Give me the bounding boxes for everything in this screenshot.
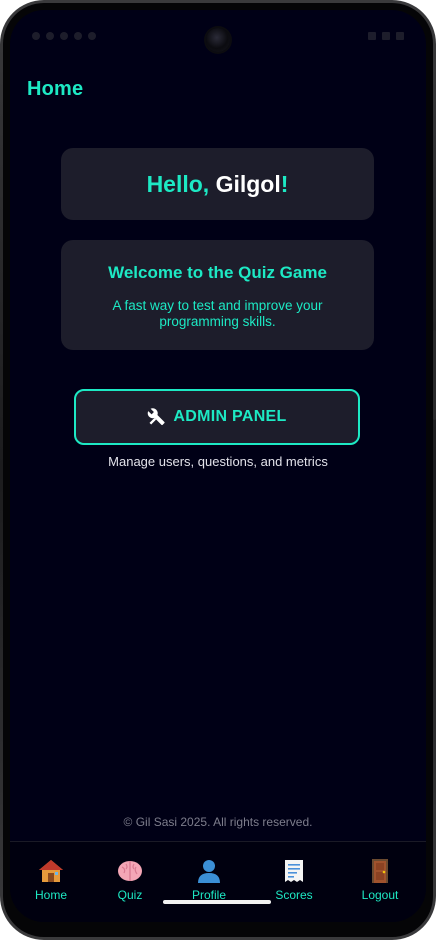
front-camera (206, 28, 230, 52)
admin-panel-label: ADMIN PANEL (173, 408, 287, 425)
greeting-card: Hello, Gilgol! (61, 148, 374, 220)
admin-panel-button[interactable]: ADMIN PANEL (74, 389, 360, 445)
greeting-username: Gilgol (215, 170, 281, 197)
admin-panel-caption: Manage users, questions, and metrics (108, 454, 328, 469)
nav-item-logout[interactable]: Logout (345, 858, 415, 902)
nav-label-quiz: Quiz (117, 888, 143, 902)
phone-frame: Home Hello, Gilgol! Welcome to the Quiz … (0, 0, 436, 940)
nav-label-logout: Logout (361, 888, 399, 902)
nav-item-scores[interactable]: Scores (259, 858, 329, 902)
nav-item-profile[interactable]: Profile (174, 858, 244, 902)
welcome-subtitle: A fast way to test and improve your prog… (112, 298, 323, 329)
greeting-hello: Hello, (146, 170, 210, 197)
copyright-text: © Gil Sasi 2025. All rights reserved. (123, 815, 313, 829)
door-icon (372, 859, 388, 883)
app-screen: Home Hello, Gilgol! Welcome to the Quiz … (10, 10, 426, 922)
home-indicator[interactable] (163, 900, 271, 904)
brain-icon (118, 861, 142, 881)
person-icon (198, 860, 220, 883)
status-icons-right (368, 32, 404, 40)
nav-item-quiz[interactable]: Quiz (95, 858, 165, 902)
status-icons-left (32, 32, 96, 40)
greeting-exclaim: ! (280, 170, 289, 197)
status-bar (10, 10, 426, 70)
nav-item-home[interactable]: Home (16, 858, 86, 902)
nav-label-home: Home (34, 888, 67, 902)
welcome-card: Welcome to the Quiz Game A fast way to t… (61, 240, 374, 350)
tools-icon (148, 408, 165, 426)
greeting-text: Hello, Gilgol! (147, 171, 289, 198)
welcome-title: Welcome to the Quiz Game (108, 263, 327, 282)
page-title: Home (27, 78, 84, 100)
house-icon (39, 860, 63, 882)
bottom-navigation: Home Quiz Profile Scores Logout (10, 841, 426, 922)
receipt-icon (285, 860, 303, 882)
